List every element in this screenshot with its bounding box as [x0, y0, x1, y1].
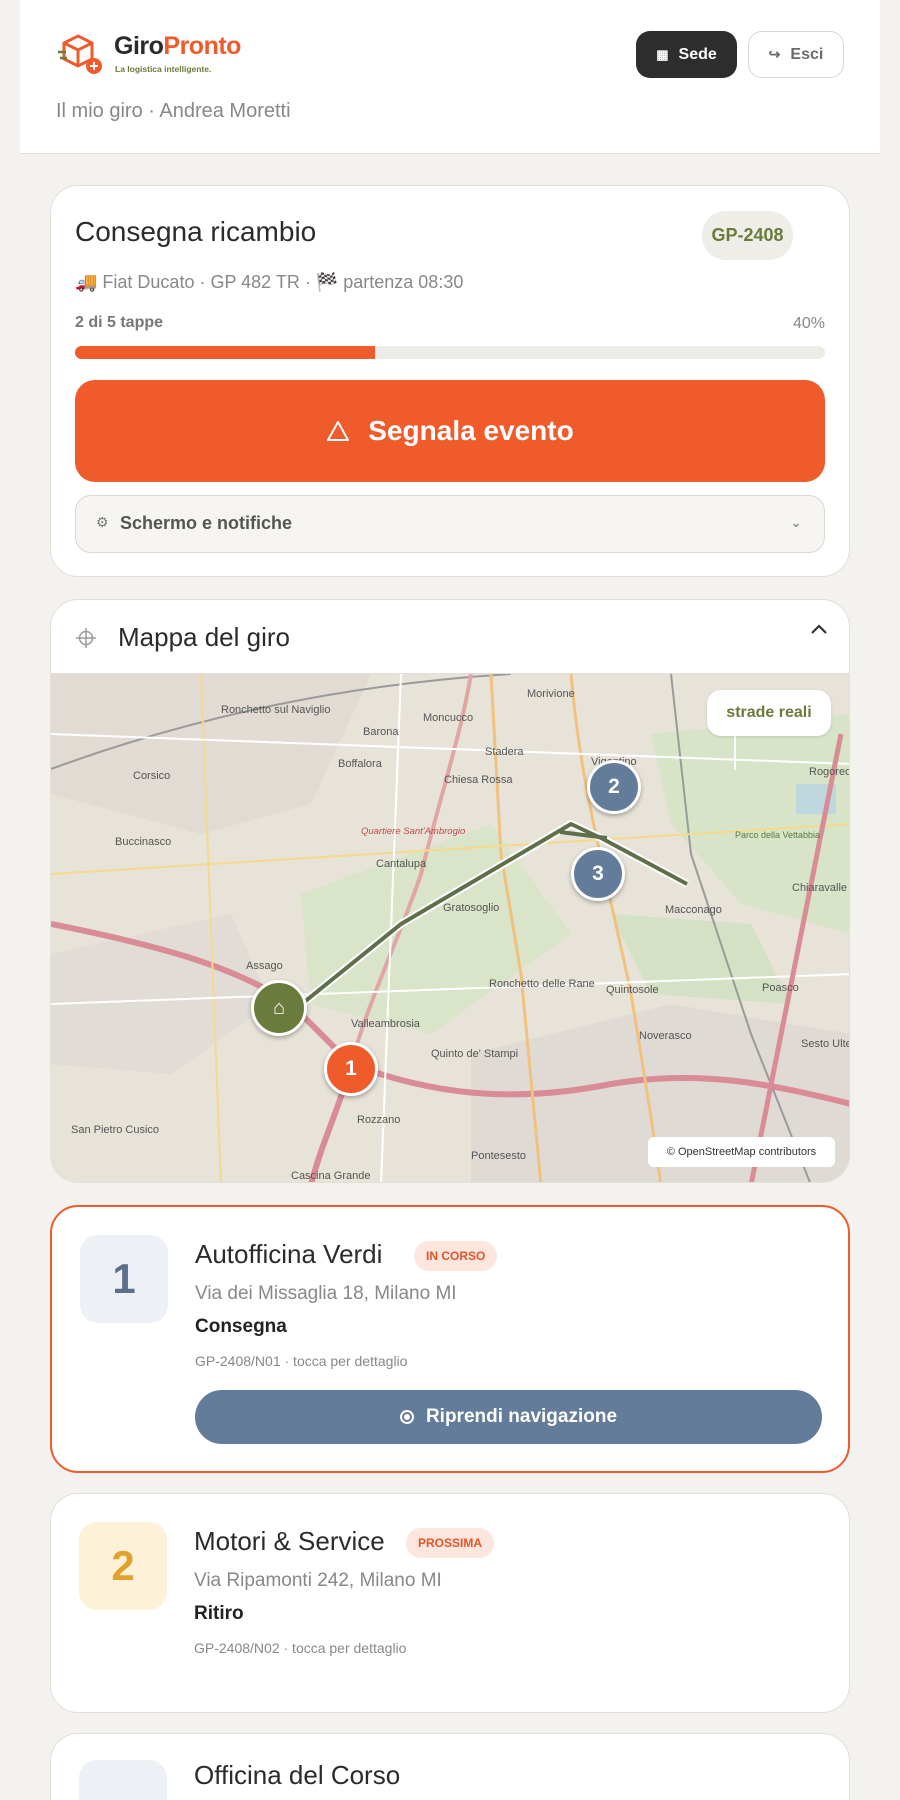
- place-label: Rogoredo: [809, 766, 849, 778]
- target-icon: [399, 1410, 414, 1424]
- place-label: Morivione: [527, 688, 575, 700]
- warning-icon: [327, 421, 350, 441]
- depot-marker[interactable]: ⌂: [251, 980, 307, 1036]
- report-event-label: Segnala evento: [368, 415, 574, 446]
- status-badge: IN CORSO: [414, 1241, 498, 1271]
- stop-type: Consegna: [195, 1316, 287, 1337]
- stop-name: Autofficina Verdi: [195, 1239, 383, 1269]
- report-event-button[interactable]: Segnala evento: [75, 380, 825, 482]
- place-label: San Pietro Cusico: [71, 1124, 160, 1136]
- trip-title: Consegna ricambio: [75, 216, 317, 247]
- place-label: Cantalupa: [376, 858, 427, 870]
- place-label: Macconago: [665, 904, 722, 916]
- trip-code-badge: GP-2408: [702, 211, 793, 260]
- map-view[interactable]: Ronchetto sul Naviglio Barona Moncucco M…: [51, 673, 850, 1182]
- place-label: Poasco: [762, 982, 799, 994]
- stop-card[interactable]: 1 Autofficina Verdi IN CORSO Via dei Mis…: [50, 1205, 850, 1473]
- stop-card[interactable]: Officina del Corso: [50, 1733, 850, 1800]
- place-label: Quinto de' Stampi: [431, 1048, 519, 1060]
- real-roads-badge: strade reali: [707, 690, 831, 736]
- stop-number: 1: [80, 1235, 168, 1323]
- place-label: Pontesesto: [471, 1150, 527, 1162]
- trip-summary-card: Consegna ricambio GP-2408 🚚 Fiat Ducato …: [50, 185, 850, 577]
- chevron-down-icon: ⌄: [790, 514, 802, 530]
- route-map-card: Mappa del giro Ronchetto sul Naviglio Ba…: [50, 599, 850, 1183]
- brand-tagline: La logistica intelligente.: [115, 64, 212, 74]
- place-label: Boffalora: [338, 758, 382, 770]
- place-label: Stadera: [485, 746, 524, 758]
- stop-number: [79, 1760, 167, 1800]
- map-title: Mappa del giro: [118, 622, 290, 652]
- stop-code: GP-2408/N01 · tocca per dettaglio: [195, 1353, 408, 1369]
- resume-navigation-label: Riprendi navigazione: [425, 1406, 618, 1427]
- stop-marker-1[interactable]: 1: [324, 1042, 378, 1096]
- place-label: Barona: [363, 726, 399, 738]
- progress-label: 2 di 5 tappe: [75, 314, 164, 331]
- stop-name: Officina del Corso: [194, 1760, 401, 1790]
- stop-address: Via dei Missaglia 18, Milano MI: [195, 1283, 457, 1304]
- grid-icon: ▦: [656, 46, 669, 62]
- stop-marker-2[interactable]: 2: [587, 760, 641, 814]
- place-label: Cascina Grande: [291, 1170, 371, 1182]
- place-label: Quintosole: [606, 984, 659, 996]
- screen-notifications-toggle[interactable]: ⚙ Schermo e notifiche ⌄: [75, 495, 825, 553]
- page-subtitle: Il mio giro · Andrea Moretti: [56, 100, 291, 122]
- place-label: Parco della Vettabbia: [735, 830, 821, 840]
- map-header[interactable]: Mappa del giro: [51, 600, 849, 673]
- logout-button[interactable]: ↪ Esci: [748, 31, 844, 78]
- trip-meta: 🚚 Fiat Ducato · GP 482 TR · 🏁 partenza 0…: [75, 272, 464, 292]
- logout-label: Esci: [790, 45, 824, 63]
- place-label: Quartiere Sant'Ambrogio: [361, 826, 466, 837]
- place-label: Sesto Ulteriano: [801, 1038, 850, 1050]
- place-label: Assago: [246, 960, 283, 972]
- place-label: Noverasco: [639, 1030, 692, 1042]
- place-label: Ronchetto delle Rane: [489, 978, 595, 990]
- gear-icon: ⚙: [96, 514, 109, 530]
- progress-bar: [75, 346, 825, 359]
- progress-percent: 40%: [792, 315, 825, 332]
- map-attribution[interactable]: © OpenStreetMap contributors: [648, 1137, 835, 1167]
- brand-name: GiroPronto: [114, 32, 241, 60]
- app-header: GiroPronto La logistica intelligente. ▦ …: [20, 0, 880, 154]
- chevron-up-icon[interactable]: [809, 622, 829, 636]
- place-label: Chiesa Rossa: [444, 774, 513, 786]
- stop-address: Via Ripamonti 242, Milano MI: [194, 1570, 442, 1591]
- logout-icon: ↪: [768, 46, 781, 62]
- stop-card[interactable]: 2 Motori & Service PROSSIMA Via Ripamont…: [50, 1493, 850, 1713]
- sede-button[interactable]: ▦ Sede: [636, 31, 737, 78]
- place-label: Buccinasco: [115, 836, 172, 848]
- map-tiles: [51, 674, 849, 1182]
- place-label: Gratosoglio: [443, 902, 500, 914]
- resume-navigation-button[interactable]: Riprendi navigazione: [195, 1390, 822, 1444]
- place-label: Valleambrosia: [351, 1018, 420, 1030]
- place-label: Chiaravalle: [792, 882, 848, 894]
- stop-name: Motori & Service: [194, 1526, 385, 1556]
- place-label: Rozzano: [357, 1114, 401, 1126]
- crosshair-icon: [76, 628, 96, 648]
- stop-marker-3[interactable]: 3: [571, 847, 625, 901]
- place-label: Corsico: [133, 770, 171, 782]
- place-label: Moncucco: [423, 712, 474, 724]
- logo-icon: [58, 34, 102, 74]
- stop-type: Ritiro: [194, 1603, 244, 1624]
- status-badge: PROSSIMA: [406, 1528, 495, 1558]
- sede-label: Sede: [678, 45, 717, 63]
- stop-number: 2: [79, 1522, 167, 1610]
- place-label: Ronchetto sul Naviglio: [221, 704, 331, 716]
- progress-fill: [75, 346, 375, 359]
- stop-code: GP-2408/N02 · tocca per dettaglio: [194, 1640, 407, 1656]
- settings-label: Schermo e notifiche: [120, 513, 293, 533]
